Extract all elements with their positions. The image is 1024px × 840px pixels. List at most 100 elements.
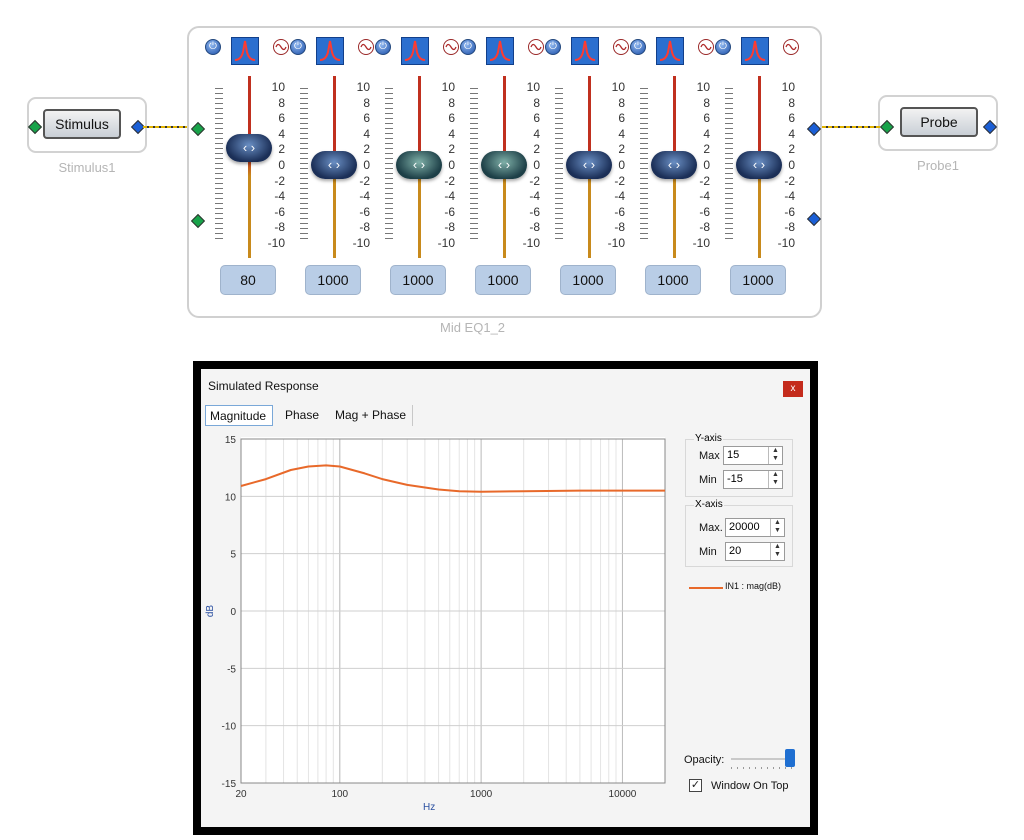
wave-icon[interactable] [783, 39, 799, 55]
gain-scale-label: -6 [784, 204, 795, 219]
opacity-label: Opacity: [684, 754, 725, 766]
gain-scale-label: -4 [359, 189, 370, 204]
gain-scale-label: -6 [359, 204, 370, 219]
peak-filter-icon[interactable] [571, 37, 599, 65]
gain-slider-knob[interactable]: ‹ › [481, 151, 527, 179]
peak-filter-icon[interactable] [401, 37, 429, 65]
gain-scale-label: -10 [607, 235, 625, 250]
x-axis-label: Hz [423, 802, 435, 813]
gain-scale-label: 8 [618, 95, 625, 110]
wave-icon[interactable] [528, 39, 544, 55]
gain-scale-label: 6 [788, 111, 795, 126]
wave-icon[interactable] [698, 39, 714, 55]
gain-scale-label: 8 [703, 95, 710, 110]
band-frequency-field[interactable]: 80 [220, 265, 276, 295]
window-on-top-checkbox[interactable]: ✓ [689, 779, 702, 792]
gain-scale-label: 8 [448, 95, 455, 110]
xmin-spinner[interactable]: ▲ ▼ [770, 543, 784, 560]
gain-scale-label: 10 [696, 80, 710, 94]
x-tick-label: 100 [331, 789, 348, 800]
slider-ticks [725, 88, 733, 242]
window-on-top-label: Window On Top [711, 780, 789, 792]
gain-slider-knob[interactable]: ‹ › [651, 151, 697, 179]
eq-output-pin-2[interactable] [806, 211, 822, 227]
eq-to-probe-wire [816, 126, 880, 128]
gain-scale-label: -6 [274, 204, 285, 219]
band-frequency-field[interactable]: 1000 [305, 265, 361, 295]
gain-scale-label: 6 [703, 111, 710, 126]
peak-filter-icon[interactable] [231, 37, 259, 65]
gain-scale-label: 6 [363, 111, 370, 126]
power-icon[interactable]: ⏻ [630, 39, 646, 55]
y-tick-label: 15 [225, 435, 237, 446]
xmax-spinner[interactable]: ▲ ▼ [770, 519, 784, 536]
opacity-slider-track[interactable] [731, 758, 793, 760]
stimulus-button[interactable]: Stimulus [43, 109, 121, 139]
power-icon[interactable]: ⏻ [375, 39, 391, 55]
ymin-input[interactable]: -15 ▲ ▼ [723, 470, 783, 489]
wave-icon[interactable] [443, 39, 459, 55]
legend-line [689, 587, 723, 589]
gain-scale-label: 4 [788, 126, 795, 141]
eq-name-label: Mid EQ1_2 [440, 320, 506, 335]
gain-scale-label: 10 [356, 80, 370, 94]
xaxis-group-title: X-axis [694, 499, 724, 510]
wave-icon[interactable] [613, 39, 629, 55]
wave-icon[interactable] [273, 39, 289, 55]
power-icon[interactable]: ⏻ [290, 39, 306, 55]
gain-slider-track[interactable] [248, 76, 251, 258]
simulated-response-window: Simulated Response x Magnitude Phase Mag… [193, 361, 818, 835]
band-frequency-field[interactable]: 1000 [645, 265, 701, 295]
gain-scale-label: 8 [278, 95, 285, 110]
gain-scale-label: -6 [444, 204, 455, 219]
ymin-spinner[interactable]: ▲ ▼ [768, 471, 782, 488]
band-frequency-field[interactable]: 1000 [730, 265, 786, 295]
xmax-input[interactable]: 20000 ▲ ▼ [725, 518, 785, 537]
gain-scale-label: -10 [352, 235, 370, 250]
probe-name-label: Probe1 [917, 158, 959, 173]
wave-icon[interactable] [358, 39, 374, 55]
gain-scale-label: -6 [614, 204, 625, 219]
ymax-spinner[interactable]: ▲ ▼ [768, 447, 782, 464]
stimulus-name-label: Stimulus1 [58, 160, 116, 175]
gain-scale-label: -10 [437, 235, 455, 250]
gain-scale-label: -6 [699, 204, 710, 219]
gain-scale-label: -2 [274, 173, 285, 188]
gain-scale-label: -4 [614, 189, 625, 204]
peak-filter-icon[interactable] [486, 37, 514, 65]
band-frequency-field[interactable]: 1000 [390, 265, 446, 295]
x-tick-label: 20 [235, 789, 247, 800]
opacity-slider-thumb[interactable] [784, 749, 795, 767]
xmin-input[interactable]: 20 ▲ ▼ [725, 542, 785, 561]
gain-slider-knob[interactable]: ‹ › [226, 134, 272, 163]
legend-label: IN1 : mag(dB) [725, 581, 782, 591]
probe-block[interactable]: Probe [878, 95, 998, 151]
power-icon[interactable]: ⏻ [205, 39, 221, 55]
peak-filter-icon[interactable] [656, 37, 684, 65]
power-icon[interactable]: ⏻ [545, 39, 561, 55]
power-icon[interactable]: ⏻ [715, 39, 731, 55]
probe-button[interactable]: Probe [900, 107, 978, 137]
peak-filter-icon[interactable] [741, 37, 769, 65]
eq-block[interactable]: ⏻ 10 8 6 4 2 0 -2 -4 -6 -8 -10 ‹ › 80 ⏻ 10 8 6 4 2 0 -2 -4 -6 -8… [187, 26, 822, 318]
eq-output-pin-1[interactable] [806, 121, 822, 137]
eq-input-pin-2[interactable] [190, 213, 206, 229]
peak-filter-icon[interactable] [316, 37, 344, 65]
ymax-label: Max [699, 450, 720, 462]
gain-scale-label: -4 [529, 189, 540, 204]
band-frequency-field[interactable]: 1000 [560, 265, 616, 295]
power-icon[interactable]: ⏻ [460, 39, 476, 55]
gain-slider-knob[interactable]: ‹ › [311, 151, 357, 179]
band-frequency-field[interactable]: 1000 [475, 265, 531, 295]
gain-slider-knob[interactable]: ‹ › [736, 151, 782, 179]
gain-scale-label: 6 [278, 111, 285, 126]
ymax-input[interactable]: 15 ▲ ▼ [723, 446, 783, 465]
gain-slider-knob[interactable]: ‹ › [396, 151, 442, 179]
eq-input-pin-1[interactable] [190, 121, 206, 137]
stimulus-block[interactable]: Stimulus [27, 97, 147, 153]
gain-scale-label: 6 [448, 111, 455, 126]
slider-ticks [555, 88, 563, 242]
gain-scale-label: 4 [533, 126, 540, 141]
gain-scale-label: -8 [444, 220, 455, 235]
gain-slider-knob[interactable]: ‹ › [566, 151, 612, 179]
